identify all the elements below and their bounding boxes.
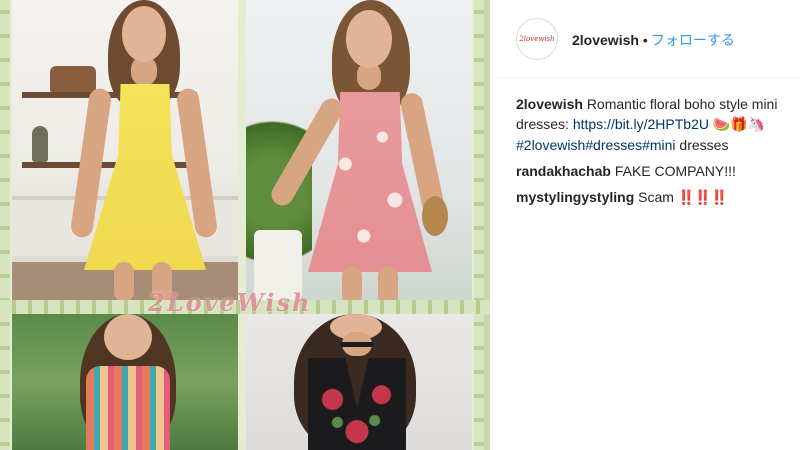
- shelf-bowl: [50, 66, 96, 92]
- avatar-logo-text: 2lovewish: [519, 35, 555, 43]
- hashtag-link[interactable]: #mini: [642, 137, 675, 153]
- comment-text: FAKE COMPANY!!!: [614, 163, 736, 179]
- choker: [340, 342, 374, 347]
- model-leg: [378, 266, 398, 300]
- hashtag-link[interactable]: #2lovewish: [516, 137, 585, 153]
- product-photo-black-floral: [246, 314, 472, 450]
- decorative-border-right: [474, 0, 484, 450]
- straw-bag: [422, 196, 448, 236]
- comment-list: 2lovewish Romantic floral boho style min…: [516, 94, 794, 213]
- boho-print-dress: [86, 366, 170, 450]
- comment-username-link[interactable]: randakhachab: [516, 163, 611, 179]
- model-leg: [342, 266, 362, 300]
- shelf-vase: [32, 126, 48, 162]
- model-face: [104, 314, 152, 360]
- product-photo-boho-print: [12, 314, 238, 450]
- caption: 2lovewish Romantic floral boho style min…: [516, 94, 794, 155]
- gift-emoji-icon: 🎁: [730, 117, 748, 133]
- model-face: [122, 6, 166, 62]
- double-exclamation-icon: ‼️‼️‼️: [677, 189, 728, 205]
- model-face: [346, 10, 392, 68]
- follow-button[interactable]: フォローする: [651, 32, 735, 48]
- header-username-link[interactable]: 2lovewish: [572, 32, 639, 48]
- model-leg: [114, 262, 134, 300]
- brand-watermark: 2LoveWish: [148, 288, 312, 317]
- unicorn-emoji-icon: 🦄: [747, 117, 766, 133]
- caption-tail-text: dresses: [675, 137, 729, 153]
- post-header: 2lovewish 2lovewish • フォローする: [496, 0, 800, 78]
- caption-link[interactable]: https://bit.ly/2HPTb2U: [573, 116, 709, 132]
- comment-item: randakhachab FAKE COMPANY!!!: [516, 161, 794, 181]
- header-separator: •: [642, 32, 648, 48]
- header-line: 2lovewish • フォローする: [572, 30, 735, 50]
- post-side-panel: 2lovewish 2lovewish • フォローする 2lovewish Rom…: [496, 0, 800, 450]
- comment-username-link[interactable]: mystylingystyling: [516, 189, 634, 205]
- avatar[interactable]: 2lovewish: [516, 18, 558, 60]
- watermelon-emoji-icon: 🍉: [712, 117, 731, 133]
- decorative-border-left: [0, 0, 10, 450]
- post-image-collage[interactable]: 2LoveWish: [0, 0, 490, 450]
- product-photo-pink-dress: [246, 0, 472, 300]
- hashtag-link[interactable]: #dresses: [585, 137, 642, 153]
- product-photo-yellow-dress: [12, 0, 238, 300]
- comment-text: Scam: [638, 189, 674, 205]
- comment-item: mystylingystyling Scam ‼️‼️‼️: [516, 187, 794, 207]
- caption-username-link[interactable]: 2lovewish: [516, 96, 583, 112]
